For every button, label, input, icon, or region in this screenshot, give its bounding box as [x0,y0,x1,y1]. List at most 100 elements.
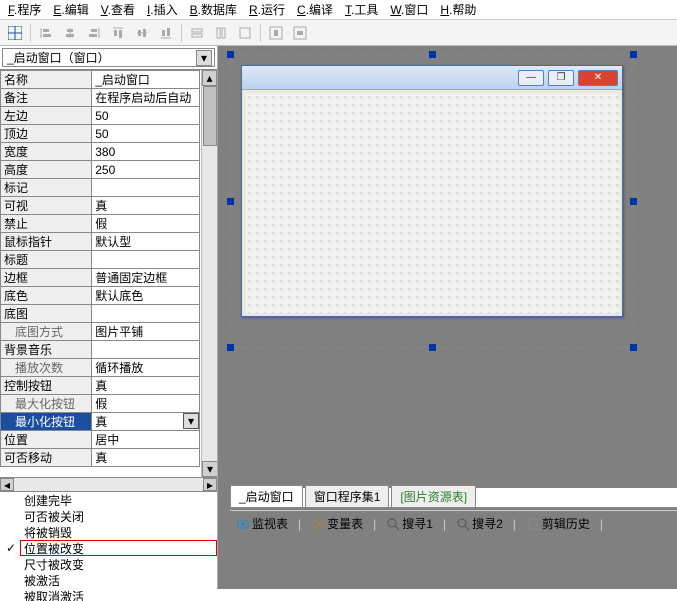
property-value[interactable]: 普通固定边框 [92,269,200,287]
form-client-area[interactable] [245,93,619,313]
resize-handle[interactable] [429,344,436,351]
scroll-up-icon[interactable]: ▴ [202,70,217,86]
property-value[interactable] [92,305,200,323]
property-row[interactable]: 底图 [1,305,200,323]
editor-tab[interactable]: _启动窗口 [230,485,303,507]
chevron-down-icon[interactable]: ▾ [196,50,212,66]
object-selector[interactable]: _启动窗口（窗口） ▾ [2,48,215,67]
maximize-button[interactable]: ❐ [548,70,574,86]
editor-tab[interactable]: 窗口程序集1 [305,485,390,507]
resize-handle[interactable] [227,51,234,58]
property-value[interactable]: _启动窗口 [92,71,200,89]
align-right-icon [83,22,105,44]
property-value[interactable] [92,341,200,359]
property-row[interactable]: 备注在程序启动后自动 [1,89,200,107]
property-row[interactable]: 鼠标指针默认型 [1,233,200,251]
scroll-left-icon[interactable]: ◂ [0,478,14,491]
property-value[interactable]: 真 [92,197,200,215]
property-row[interactable]: 左边50 [1,107,200,125]
menu-item[interactable]: B.数据库 [190,1,237,18]
property-value[interactable]: 真 [92,449,200,467]
property-value[interactable]: 在程序启动后自动 [92,89,200,107]
minimize-button[interactable]: — [518,70,544,86]
property-row[interactable]: 顶边50 [1,125,200,143]
menu-item[interactable]: F.程序 [8,1,41,18]
scrollbar-horizontal[interactable]: ◂ ▸ [0,477,217,491]
property-value[interactable]: 假 [92,215,200,233]
check-icon: ✓ [6,541,16,555]
property-value[interactable]: 循环播放 [92,359,200,377]
resize-handle[interactable] [227,198,234,205]
bottom-tool-clip[interactable]: 剪辑历史 [526,515,590,532]
property-row[interactable]: 边框普通固定边框 [1,269,200,287]
bottom-tool-watch[interactable]: 监视表 [236,515,288,532]
property-value[interactable]: 真 [92,377,200,395]
grid-icon[interactable] [4,22,26,44]
menu-item[interactable]: R.运行 [249,1,285,18]
property-row[interactable]: 位置居中 [1,431,200,449]
scroll-down-icon[interactable]: ▾ [202,461,217,477]
resize-handle[interactable] [630,51,637,58]
scrollbar-vertical[interactable]: ▴ ▾ [201,70,217,477]
menu-item[interactable]: C.编译 [297,1,333,18]
scroll-thumb[interactable] [203,86,217,146]
property-value[interactable]: 250 [92,161,200,179]
property-row[interactable]: 背景音乐 [1,341,200,359]
form-titlebar[interactable]: — ❐ ✕ [242,66,622,90]
property-row[interactable]: 标记 [1,179,200,197]
property-row[interactable]: 最大化按钮假 [1,395,200,413]
close-button[interactable]: ✕ [578,70,618,86]
property-value[interactable]: 真▾ [92,413,200,431]
editor-tab[interactable]: [图片资源表] [391,485,476,507]
menu-item[interactable]: T.工具 [345,1,378,18]
event-item[interactable]: 可否被关闭 [20,508,217,524]
menu-item[interactable]: I.插入 [147,1,178,18]
menu-item[interactable]: W.窗口 [390,1,428,18]
scroll-right-icon[interactable]: ▸ [203,478,217,491]
property-row[interactable]: 标题 [1,251,200,269]
property-row[interactable]: 可视真 [1,197,200,215]
resize-handle[interactable] [630,198,637,205]
event-item[interactable]: 创建完毕 [20,492,217,508]
property-row[interactable]: 可否移动真 [1,449,200,467]
property-value[interactable]: 50 [92,107,200,125]
menu-bar: F.程序 E.编辑 V.查看 I.插入 B.数据库 R.运行 C.编译 T.工具 W.窗口 H.帮… [0,0,677,20]
event-item[interactable]: 尺寸被改变 [20,556,217,572]
property-value[interactable] [92,179,200,197]
tool-label: 搜寻2 [472,515,503,532]
property-row[interactable]: 底图方式图片平铺 [1,323,200,341]
menu-item[interactable]: H.帮助 [440,1,476,18]
resize-handle[interactable] [227,344,234,351]
property-value[interactable]: 居中 [92,431,200,449]
property-row[interactable]: 名称_启动窗口 [1,71,200,89]
property-value[interactable]: 假 [92,395,200,413]
property-value[interactable]: 默认型 [92,233,200,251]
property-value[interactable]: 默认底色 [92,287,200,305]
form-designer-window[interactable]: — ❐ ✕ [241,65,623,317]
resize-handle[interactable] [429,51,436,58]
menu-item[interactable]: V.查看 [101,1,135,18]
chevron-down-icon[interactable]: ▾ [183,413,199,429]
bottom-tool-search[interactable]: 搜寻1 [386,515,433,532]
event-item[interactable]: 被激活 [20,572,217,588]
property-value[interactable]: 380 [92,143,200,161]
bottom-tool-search[interactable]: 搜寻2 [456,515,503,532]
property-row[interactable]: 高度250 [1,161,200,179]
property-value[interactable]: 图片平铺 [92,323,200,341]
scroll-track[interactable] [14,478,203,491]
property-value[interactable]: 50 [92,125,200,143]
property-row[interactable]: 禁止假 [1,215,200,233]
event-item[interactable]: 将被销毁 [20,524,217,540]
event-item[interactable]: ✓位置被改变 [20,540,217,556]
property-row[interactable]: 播放次数循环播放 [1,359,200,377]
property-row[interactable]: 宽度380 [1,143,200,161]
event-list[interactable]: 创建完毕可否被关闭将被销毁✓位置被改变尺寸被改变被激活被取消激活空闲 [0,491,217,601]
property-value[interactable] [92,251,200,269]
property-row[interactable]: 底色默认底色 [1,287,200,305]
resize-handle[interactable] [630,344,637,351]
property-row[interactable]: 控制按钮真 [1,377,200,395]
bottom-tool-var[interactable]: ⓥ变量表 [311,515,363,532]
property-row[interactable]: 最小化按钮真▾ [1,413,200,431]
menu-item[interactable]: E.编辑 [53,1,88,18]
event-item[interactable]: 被取消激活 [20,588,217,601]
